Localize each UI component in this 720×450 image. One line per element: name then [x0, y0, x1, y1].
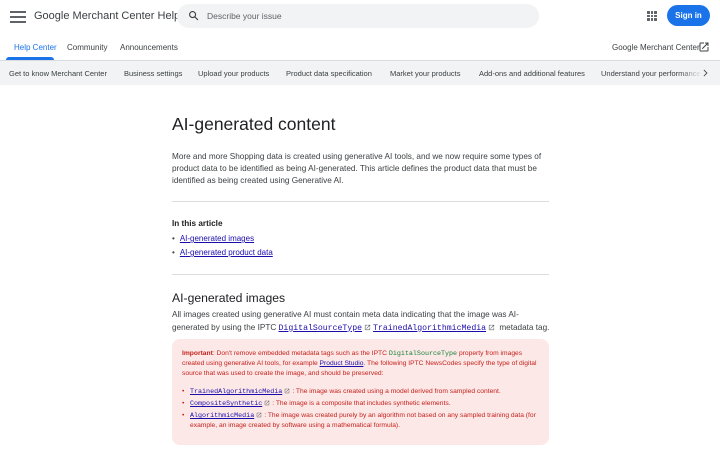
page-title: AI-generated content [172, 114, 336, 134]
search-icon [189, 11, 199, 21]
toc-item: • AI-generated product data [172, 248, 273, 257]
important-label: Important [182, 350, 213, 357]
category-nav: Get to know Merchant Center Business set… [0, 60, 720, 85]
tab-help-center[interactable]: Help Center [14, 43, 57, 52]
toc-link-ai-product-data[interactable]: AI-generated product data [180, 248, 273, 257]
toc-link-ai-images[interactable]: AI-generated images [180, 234, 254, 243]
code-digital-source-type: DigitalSourceType [388, 350, 458, 358]
product-studio-link[interactable]: Product Studio [320, 360, 364, 367]
external-link-icon [265, 400, 270, 406]
section-paragraph: All images created using generative AI m… [172, 310, 550, 333]
divider [172, 274, 549, 275]
sign-in-button[interactable]: Sign in [667, 5, 710, 26]
search-box[interactable] [177, 4, 539, 28]
code-link-trained-algorithmic-media[interactable]: TrainedAlgorithmicMedia [190, 388, 282, 396]
callout-paragraph: Important: Don't remove embedded metadat… [182, 350, 537, 378]
category-market-products[interactable]: Market your products [390, 69, 460, 78]
toc-item: • AI-generated images [172, 234, 255, 243]
list-item: • CompositeSynthetic: The image is a comp… [182, 400, 451, 408]
apps-grid-icon[interactable] [647, 11, 657, 21]
search-input[interactable] [207, 7, 527, 25]
category-product-data-spec[interactable]: Product data specification [286, 69, 372, 78]
external-link-icon [285, 388, 290, 394]
list-item: • TrainedAlgorithmicMedia: The image was … [182, 388, 501, 396]
tab-announcements[interactable]: Announcements [120, 43, 178, 52]
digital-source-type-link[interactable]: DigitalSourceType [279, 324, 363, 333]
product-link[interactable]: Google Merchant Center [612, 43, 700, 52]
tab-community[interactable]: Community [67, 43, 107, 52]
top-bar: Google Merchant Center Help Sign in [0, 0, 720, 34]
list-item: • AlgorithmicMedia: The image was created… [182, 412, 536, 430]
code-link-algorithmic-media[interactable]: AlgorithmicMedia [190, 412, 254, 420]
external-link-icon [488, 324, 495, 330]
external-link-icon [256, 412, 262, 418]
external-link-icon[interactable] [698, 41, 710, 53]
category-add-ons[interactable]: Add-ons and additional features [479, 69, 585, 78]
app-title[interactable]: Google Merchant Center Help [34, 10, 180, 22]
divider [172, 201, 549, 202]
external-link-icon [364, 324, 371, 330]
important-callout: Important: Don't remove embedded metadat… [172, 339, 549, 445]
category-get-to-know[interactable]: Get to know Merchant Center [9, 69, 107, 78]
toc-title: In this article [172, 219, 223, 228]
intro-paragraph: More and more Shopping data is created u… [172, 152, 542, 186]
chevron-right-icon[interactable] [700, 68, 710, 78]
section-title: AI-generated images [172, 291, 286, 305]
trained-algorithmic-media-link[interactable]: TrainedAlgorithmicMedia [373, 324, 486, 333]
code-link-composite-synthetic[interactable]: CompositeSynthetic [190, 400, 262, 408]
menu-icon[interactable] [10, 9, 26, 25]
category-business-settings[interactable]: Business settings [124, 69, 182, 78]
category-upload-products[interactable]: Upload your products [198, 69, 269, 78]
